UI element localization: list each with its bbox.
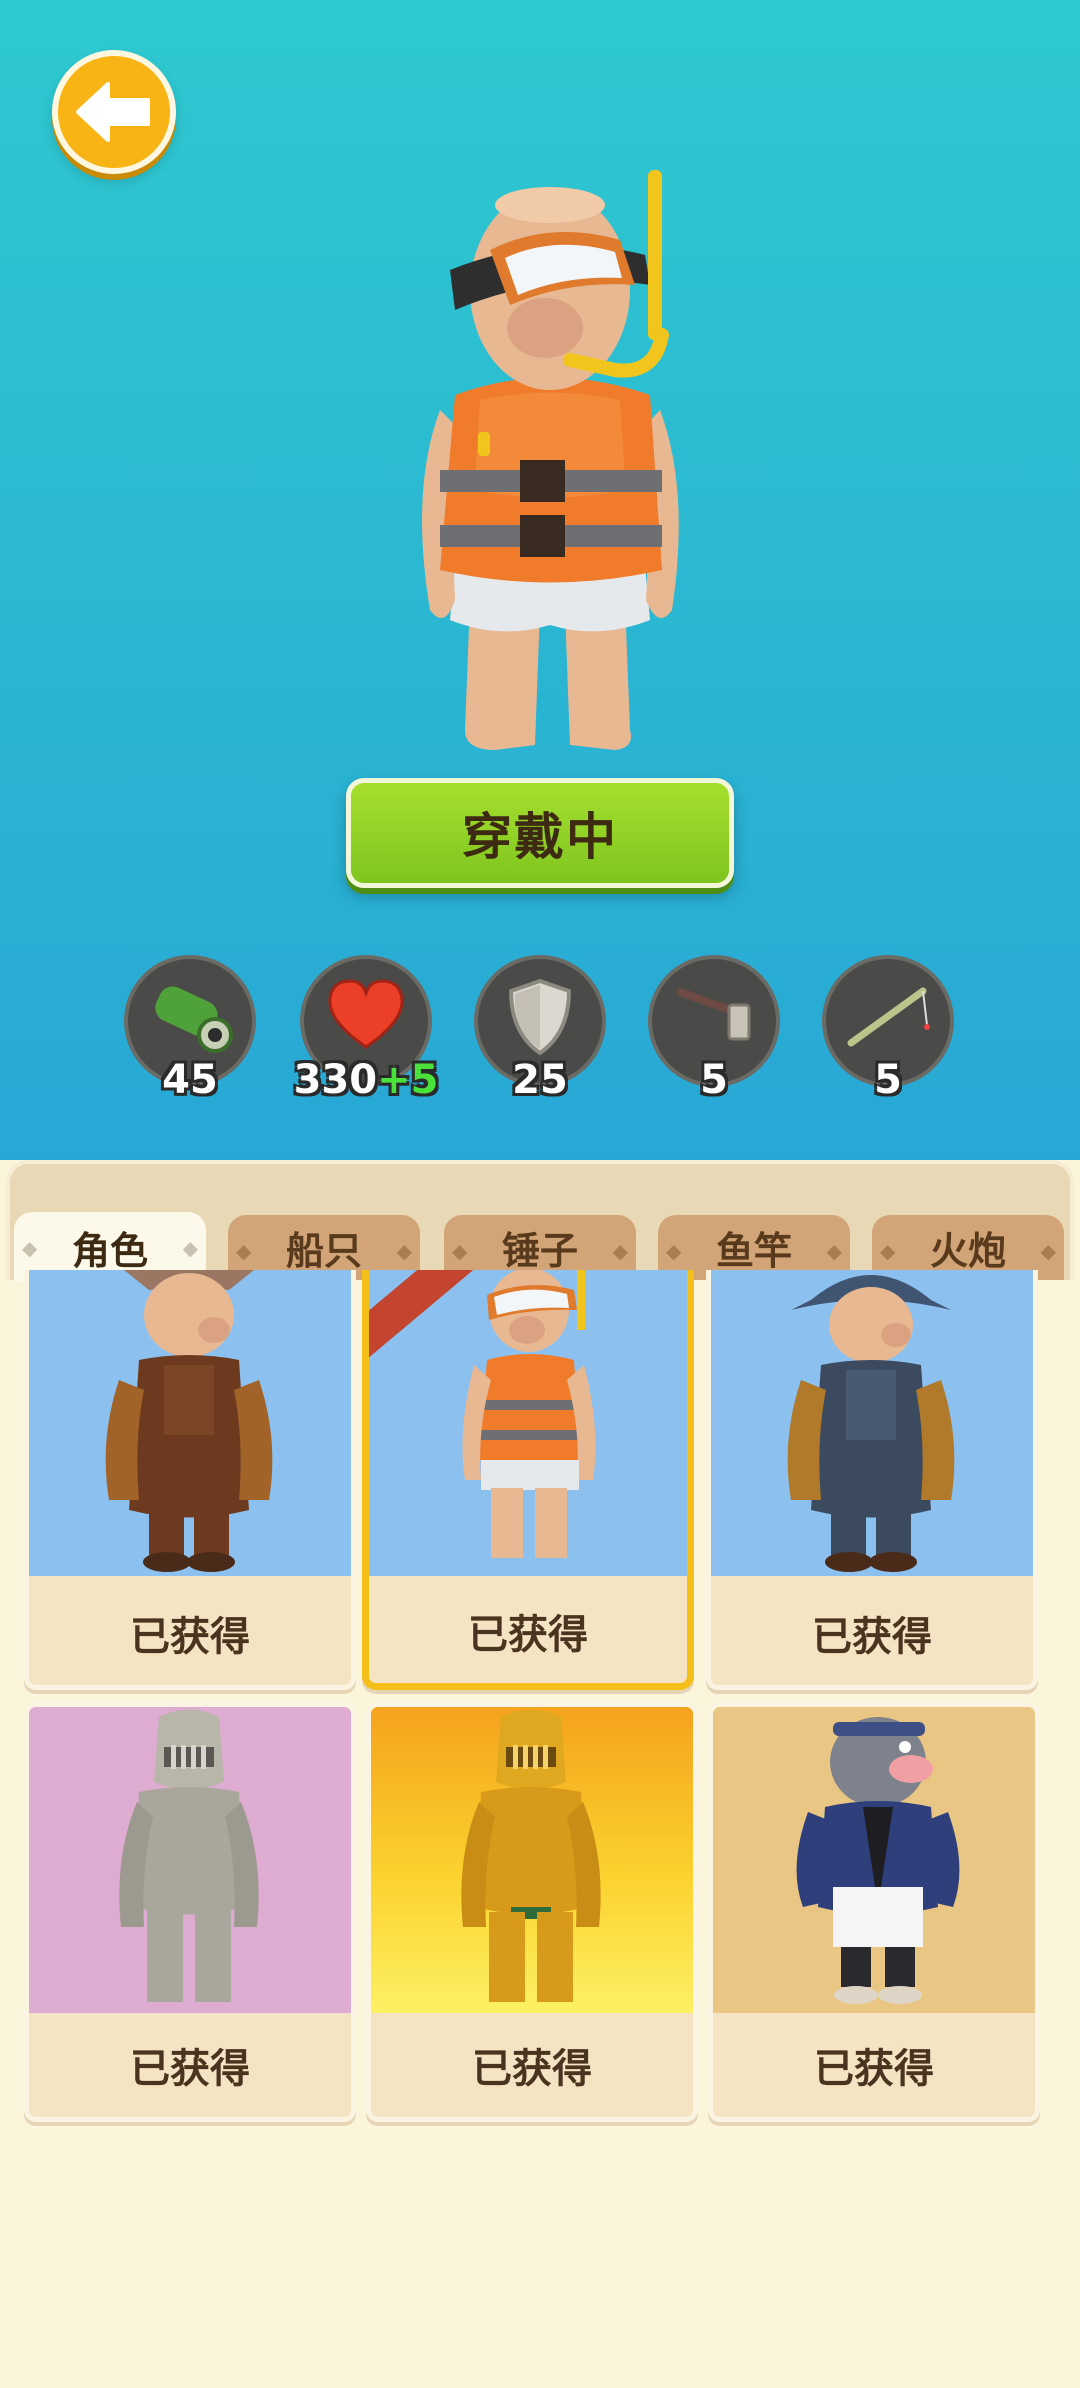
hammer-icon bbox=[676, 987, 751, 1041]
character-card[interactable]: 已获得 bbox=[706, 1270, 1038, 1690]
cannon-icon bbox=[155, 986, 233, 1053]
tab-deco-icon: ◆ bbox=[826, 1239, 842, 1263]
tab-deco-icon: ◆ bbox=[666, 1239, 682, 1263]
tab-deco-icon: ◆ bbox=[182, 1236, 198, 1260]
wearing-button[interactable]: 穿戴中 bbox=[346, 778, 734, 888]
owned-label: 已获得 bbox=[711, 1581, 1033, 1685]
character-card[interactable]: 已获得 bbox=[362, 1270, 694, 1690]
tab-deco-icon: ◆ bbox=[1040, 1239, 1056, 1263]
tab-label: 火炮 bbox=[929, 1229, 1006, 1273]
stat-bonus: +5 bbox=[377, 1057, 439, 1103]
wearing-label: 穿戴中 bbox=[462, 808, 618, 866]
tab-label: 船只 bbox=[285, 1229, 362, 1273]
stat-health: 330+5 bbox=[294, 955, 438, 1103]
arrow-left-icon bbox=[76, 82, 150, 142]
back-button[interactable] bbox=[52, 50, 176, 174]
stat-defense: 25 bbox=[474, 955, 606, 1103]
tab-deco-icon: ◆ bbox=[452, 1239, 468, 1263]
stats-row: 45 330+5 25 5 5 bbox=[0, 955, 1080, 1105]
character-image bbox=[369, 1270, 687, 1576]
tab-deco-icon: ◆ bbox=[236, 1239, 252, 1263]
tab-label: 角色 bbox=[71, 1228, 148, 1273]
tab-deco-icon: ◆ bbox=[880, 1239, 896, 1263]
character-image bbox=[371, 1707, 693, 2013]
character-card[interactable]: 已获得 bbox=[366, 1702, 698, 2122]
character-card[interactable]: 已获得 bbox=[24, 1270, 356, 1690]
tab-deco-icon: ◆ bbox=[396, 1239, 412, 1263]
stat-value: 45 bbox=[162, 1057, 218, 1103]
character-image bbox=[713, 1707, 1035, 2013]
stat-value: 5 bbox=[874, 1057, 902, 1103]
stat-value: 25 bbox=[512, 1057, 568, 1103]
owned-label: 已获得 bbox=[369, 1579, 687, 1683]
tab-label: 鱼竿 bbox=[715, 1229, 792, 1273]
character-image bbox=[711, 1270, 1033, 1576]
character-card[interactable]: 已获得 bbox=[24, 1702, 356, 2122]
tab-deco-icon: ◆ bbox=[612, 1239, 628, 1263]
tab-deco-icon: ◆ bbox=[22, 1236, 38, 1260]
tab-label: 锤子 bbox=[501, 1229, 578, 1273]
owned-label: 已获得 bbox=[29, 2013, 351, 2117]
stat-cannon: 45 bbox=[124, 955, 256, 1103]
fishing-rod-icon bbox=[847, 987, 930, 1047]
owned-label: 已获得 bbox=[29, 1581, 351, 1685]
character-image bbox=[29, 1707, 351, 2013]
character-card[interactable]: 已获得 bbox=[708, 1702, 1040, 2122]
shield-icon bbox=[508, 978, 572, 1056]
owned-label: 已获得 bbox=[371, 2013, 693, 2117]
owned-label: 已获得 bbox=[713, 2013, 1035, 2117]
stat-value: 330 bbox=[293, 1057, 378, 1103]
stat-hammer: 5 bbox=[648, 955, 780, 1103]
heart-icon bbox=[328, 979, 404, 1049]
stat-value: 5 bbox=[700, 1057, 728, 1103]
stat-fishing-rod: 5 bbox=[822, 955, 954, 1103]
character-image bbox=[29, 1270, 351, 1576]
hero-character bbox=[422, 170, 679, 750]
